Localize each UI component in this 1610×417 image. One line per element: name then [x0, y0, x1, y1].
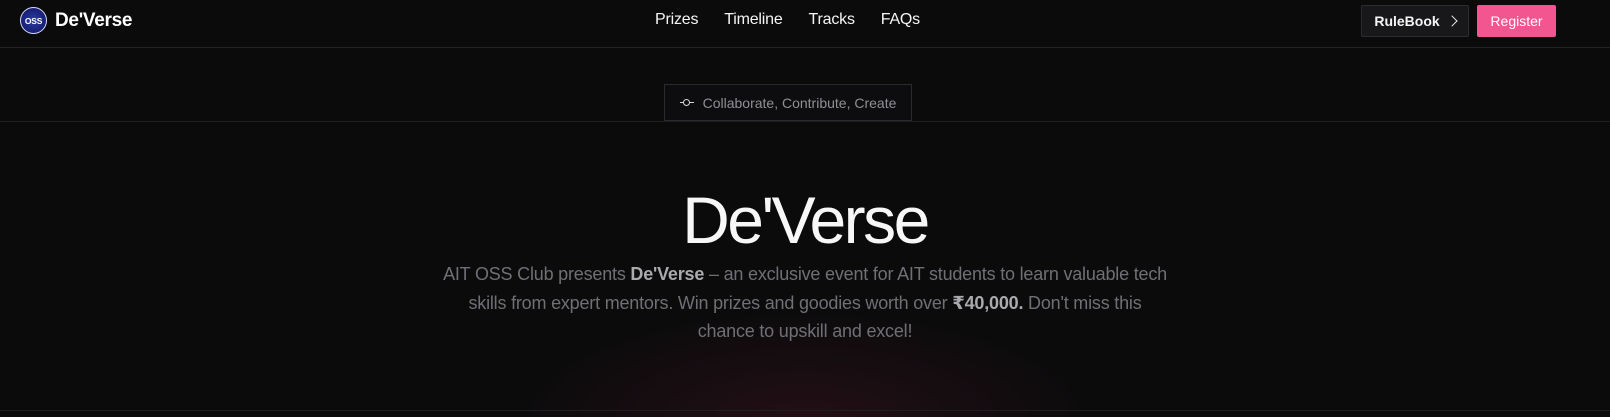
hero-desc-part1: AIT OSS Club presents: [443, 264, 631, 284]
register-button[interactable]: Register: [1477, 5, 1556, 37]
nav-link-prizes[interactable]: Prizes: [655, 11, 698, 29]
brand[interactable]: OSS De'Verse: [20, 7, 132, 34]
divider: [0, 121, 1610, 122]
divider-bottom: [0, 410, 1610, 411]
nav-link-timeline[interactable]: Timeline: [724, 11, 782, 29]
hero-title: De'Verse: [682, 183, 930, 257]
register-label: Register: [1490, 13, 1543, 29]
logo-text: OSS: [24, 15, 43, 26]
navbar: OSS De'Verse Prizes Timeline Tracks FAQs…: [0, 0, 1610, 48]
git-commit-icon: [679, 99, 694, 107]
tagline-badge: Collaborate, Contribute, Create: [664, 84, 912, 121]
nav-links: Prizes Timeline Tracks FAQs: [655, 11, 920, 29]
chevron-right-icon: [1446, 15, 1458, 27]
hero-desc-event-name: De'Verse: [630, 264, 705, 284]
tagline-text: Collaborate, Contribute, Create: [702, 94, 897, 111]
hero-desc-prize-amount: ₹40,000.: [952, 292, 1024, 313]
brand-name: De'Verse: [55, 9, 133, 31]
hero-description: AIT OSS Club presents De'Verse – an excl…: [440, 260, 1170, 346]
nav-link-faqs[interactable]: FAQs: [881, 11, 920, 29]
nav-link-tracks[interactable]: Tracks: [809, 11, 855, 29]
oss-logo-icon: OSS: [20, 7, 47, 34]
landing-page: OSS De'Verse Prizes Timeline Tracks FAQs…: [0, 0, 1610, 417]
rulebook-button[interactable]: RuleBook: [1361, 5, 1469, 37]
rulebook-label: RuleBook: [1374, 13, 1440, 29]
